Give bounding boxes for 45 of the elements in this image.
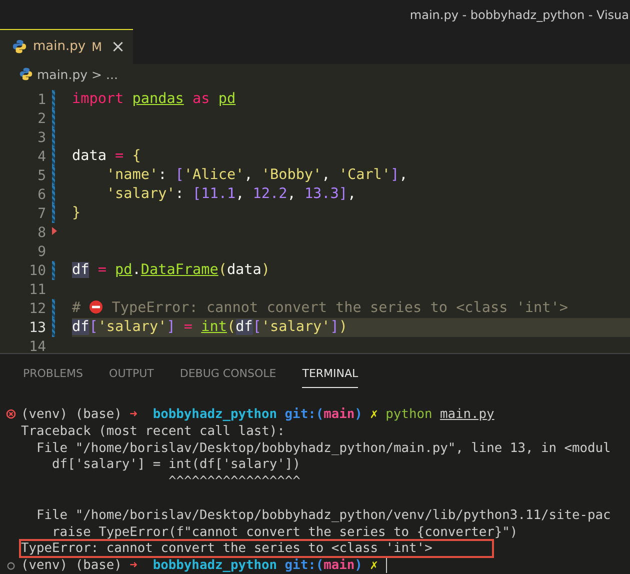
breadcrumb-file[interactable]: main.py — [37, 66, 88, 82]
idle-circle-icon — [7, 562, 15, 570]
modified-label: M — [92, 40, 102, 54]
panel-tab[interactable]: OUTPUT — [109, 367, 154, 388]
terminal-line: Traceback (most recent call last): — [20, 422, 286, 441]
panel-tab[interactable]: PROBLEMS — [23, 367, 84, 388]
panel-tab[interactable]: TERMINAL — [302, 367, 358, 388]
line-number: 13 — [28, 320, 46, 336]
line-number: 10 — [28, 262, 46, 279]
terminal-line: df['salary'] = int(df['salary']) — [51, 456, 302, 474]
python-logo-icon — [12, 39, 27, 54]
panel-tab[interactable]: DEBUG CONSOLE — [180, 367, 276, 388]
breadcrumb-separator: > — [92, 66, 102, 82]
code-line: # TypeError: cannot convert the series to <class 'int'> — [72, 299, 568, 318]
terminal-line: (venv) (base) ➜ bobbyhadz_python git:(main) ✗ python main.py — [20, 406, 496, 424]
terminal-line: File "/home/borislav/Desktop/bobbyhadz_python/venv/lib/python3.11/site-pac — [36, 506, 612, 525]
line-number: 2 — [36, 110, 46, 127]
line-number: 14 — [28, 338, 46, 354]
code-line: } — [72, 204, 81, 224]
window-title: main.py - bobbyhadz_python - Visua — [410, 8, 630, 22]
terminal-line: (venv) (base) ➜ bobbyhadz_python git:(main) ✗ — [19, 556, 389, 574]
python-logo-icon — [19, 67, 33, 82]
line-number: 9 — [36, 244, 46, 260]
line-number: 3 — [36, 130, 46, 146]
line-number: 1 — [36, 92, 46, 108]
line-number: 11 — [28, 282, 46, 298]
line-number: 5 — [36, 168, 46, 184]
terminal-line: ^^^^^^^^^^^^^^^^^ — [167, 473, 302, 492]
code-line: df = pd.DataFrame(data) — [72, 261, 270, 280]
line-number: 4 — [36, 148, 46, 165]
line-number: 6 — [36, 186, 46, 203]
line-number: 12 — [28, 300, 46, 317]
line-number: 8 — [36, 224, 46, 241]
stop-sign-icon — [89, 300, 104, 314]
code-line: 'name': ['Alice', 'Bobby', 'Carl'], — [105, 166, 408, 186]
terminal-line: raise TypeError(f"cannot convert the series to {converter}") — [51, 524, 519, 542]
code-line: 'salary': [11.1, 12.2, 13.3], — [105, 185, 356, 204]
code-line: import pandas as pd — [72, 90, 236, 110]
breadcrumb-symbols[interactable]: ... — [106, 66, 118, 82]
code-line: data = { — [72, 147, 141, 166]
line-number: 7 — [36, 206, 46, 222]
error-circle-icon — [6, 409, 16, 420]
close-tab-button[interactable]: × — [110, 36, 126, 57]
editor-tab[interactable]: main.py M × — [0, 29, 134, 64]
terminal-line: File "/home/borislav/Desktop/bobbyhadz_python/main.py", line 13, in <modul — [36, 440, 612, 458]
